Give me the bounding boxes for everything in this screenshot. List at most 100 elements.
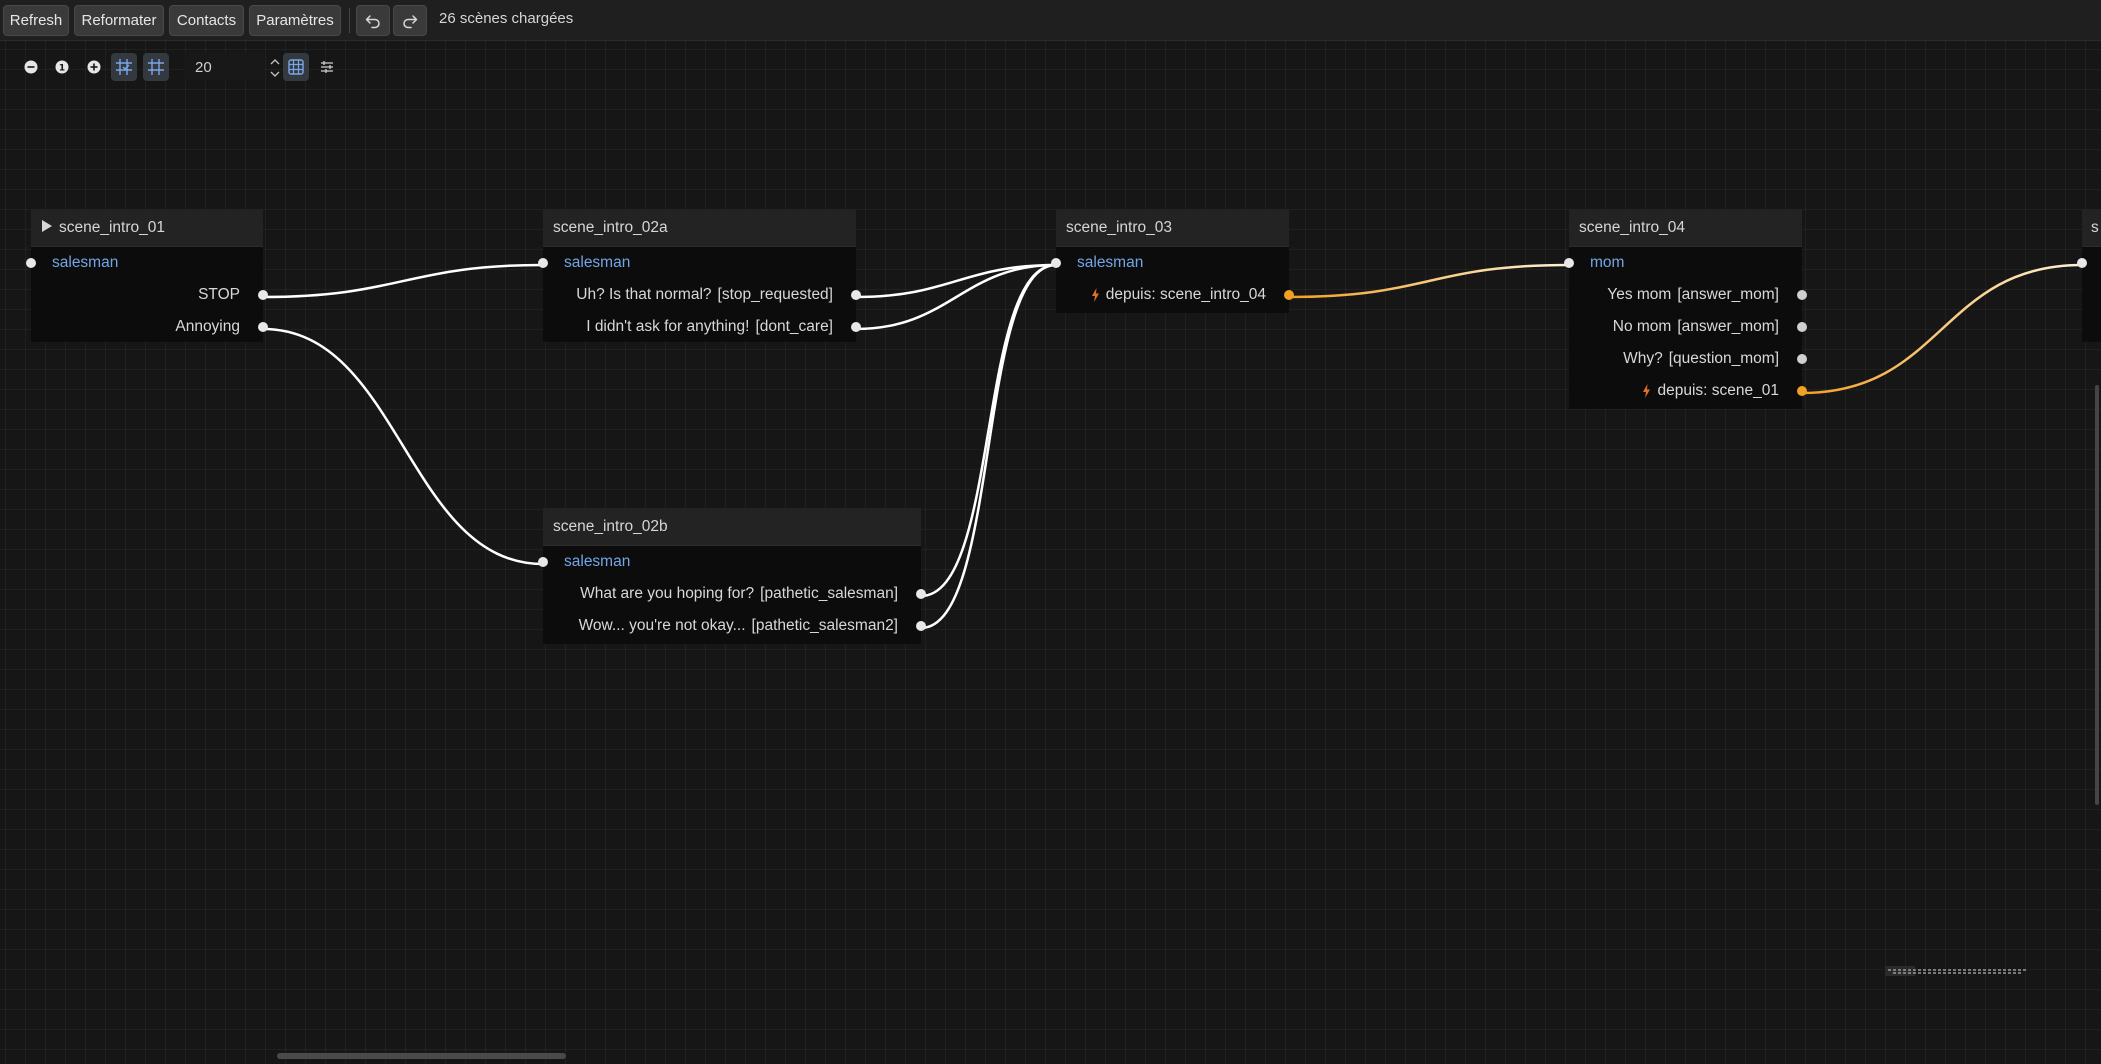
choice-text: Yes mom [1607, 286, 1672, 303]
snap-grid-icon [116, 59, 132, 75]
node-header[interactable]: scene_intro_02a [543, 209, 856, 247]
zoom-reset-button[interactable]: 1 [49, 53, 75, 81]
output-port[interactable] [916, 621, 926, 631]
wire-stop-to-intro02a [262, 263, 544, 299]
speaker-label: salesman [564, 254, 631, 271]
output-port[interactable] [258, 290, 268, 300]
choice-tag: [question_mom] [1668, 350, 1779, 367]
node-header[interactable]: s [2082, 209, 2101, 247]
node-partial-offscreen[interactable]: s [2077, 209, 2101, 342]
output-port[interactable] [916, 589, 926, 599]
choice-text: What are you hoping for? [580, 585, 755, 602]
speaker-row [2077, 247, 2101, 279]
choice-row: Yes mom [answer_mom] [1569, 279, 1807, 311]
jump-output-port[interactable] [1797, 386, 1807, 396]
input-port[interactable] [538, 258, 548, 268]
wire-jump-intro03-to-intro04 [1288, 263, 1570, 299]
node-title: s [2091, 219, 2099, 236]
jump-output-port[interactable] [1284, 290, 1294, 300]
choice-tag: [stop_requested] [717, 286, 833, 303]
grid-icon [148, 59, 164, 75]
speaker-row: salesman [538, 546, 921, 578]
input-port[interactable] [1564, 258, 1574, 268]
speaker-row: salesman [26, 247, 263, 279]
minimap[interactable] [1885, 962, 2055, 978]
speaker-row: salesman [538, 247, 856, 279]
input-port[interactable] [26, 258, 36, 268]
grid-size-stepper[interactable] [268, 55, 282, 81]
jump-row: depuis: scene_intro_04 [1056, 279, 1294, 311]
node-title: scene_intro_01 [59, 219, 165, 236]
jump-row: depuis: scene_01 [1569, 375, 1807, 407]
node-title: scene_intro_02a [553, 219, 668, 236]
background-grid-icon [288, 59, 304, 75]
connection-wires [262, 263, 2083, 630]
choice-row: I didn't ask for anything! [dont_care] [543, 311, 861, 343]
choice-text: Annoying [175, 318, 240, 335]
choice-row: What are you hoping for? [pathetic_salesm… [543, 578, 926, 610]
speaker-label: salesman [564, 553, 631, 570]
output-port[interactable] [1797, 290, 1807, 300]
input-port[interactable] [1051, 258, 1061, 268]
output-port[interactable] [1797, 322, 1807, 332]
choice-tag: [dont_care] [755, 318, 833, 335]
node-scene-intro-02b[interactable]: scene_intro_02b salesman What are you ho… [538, 508, 926, 644]
node-header[interactable]: scene_intro_01 [31, 209, 263, 247]
wire-pathetic2-to-intro03 [920, 263, 1057, 630]
grid-toggle[interactable] [143, 53, 169, 81]
node-title: scene_intro_04 [1579, 219, 1685, 236]
speaker-label: salesman [52, 254, 119, 271]
choice-row: No mom [answer_mom] [1569, 311, 1807, 343]
choice-text: Why? [1623, 350, 1663, 367]
svg-text:1: 1 [59, 64, 65, 74]
node-header[interactable]: scene_intro_04 [1569, 209, 1802, 247]
node-scene-intro-02a[interactable]: scene_intro_02a salesman Uh? Is that nor… [538, 209, 861, 343]
output-port[interactable] [851, 322, 861, 332]
node-scene-intro-04[interactable]: scene_intro_04 mom Yes mom [answer_mom] N… [1564, 209, 1807, 409]
input-port[interactable] [2077, 258, 2087, 268]
choice-text: I didn't ask for anything! [586, 318, 750, 335]
speaker-label: salesman [1077, 254, 1144, 271]
vertical-scrollbar[interactable] [2095, 385, 2099, 805]
layout-icon [321, 61, 333, 73]
lightning-icon [1643, 383, 1651, 398]
output-port[interactable] [851, 290, 861, 300]
node-scene-intro-03[interactable]: scene_intro_03 salesman depuis: scene_in… [1051, 209, 1294, 313]
choice-tag: [answer_mom] [1677, 286, 1779, 303]
choice-text: STOP [198, 286, 240, 303]
node-header[interactable]: scene_intro_03 [1056, 209, 1289, 247]
output-port[interactable] [1797, 354, 1807, 364]
choice-row: Uh? Is that normal? [stop_requested] [543, 279, 861, 311]
zoom-in-button[interactable] [81, 53, 107, 81]
horizontal-scrollbar[interactable] [277, 1053, 566, 1059]
wire-jump-intro04-to-next [1801, 263, 2083, 395]
choice-text: Wow... you're not okay... [578, 617, 746, 634]
choice-row: Wow... you're not okay... [pathetic_sales… [543, 610, 926, 642]
layout-button[interactable] [314, 53, 340, 81]
wire-stop-requested-to-intro03 [855, 263, 1057, 299]
node-scene-intro-01[interactable]: scene_intro_01 salesman STOP Annoying [26, 209, 268, 343]
zoom-reset-icon: 1 [55, 60, 69, 74]
zoom-out-button[interactable] [18, 53, 44, 81]
snap-grid-toggle[interactable] [111, 53, 137, 81]
grid-size-input[interactable] [184, 53, 264, 81]
node-header[interactable]: scene_intro_02b [543, 508, 921, 546]
wire-annoying-to-intro02b [262, 327, 544, 566]
speaker-row: salesman [1051, 247, 1289, 279]
jump-text: depuis: scene_intro_04 [1105, 286, 1266, 303]
lightning-icon [1091, 287, 1099, 302]
input-port[interactable] [538, 557, 548, 567]
background-grid-toggle[interactable] [283, 53, 309, 81]
choice-row: Why? [question_mom] [1569, 343, 1807, 375]
choice-row: STOP [31, 279, 268, 311]
speaker-label: mom [1590, 254, 1625, 271]
zoom-in-icon [87, 60, 101, 74]
choice-row: Annoying [31, 311, 268, 343]
choice-tag: [pathetic_salesman2] [751, 617, 898, 634]
node-title: scene_intro_02b [553, 518, 668, 535]
output-port[interactable] [258, 322, 268, 332]
choice-tag: [answer_mom] [1677, 318, 1779, 335]
choice-text: Uh? Is that normal? [576, 286, 712, 303]
zoom-out-icon [24, 60, 38, 74]
choice-text: No mom [1612, 318, 1672, 335]
